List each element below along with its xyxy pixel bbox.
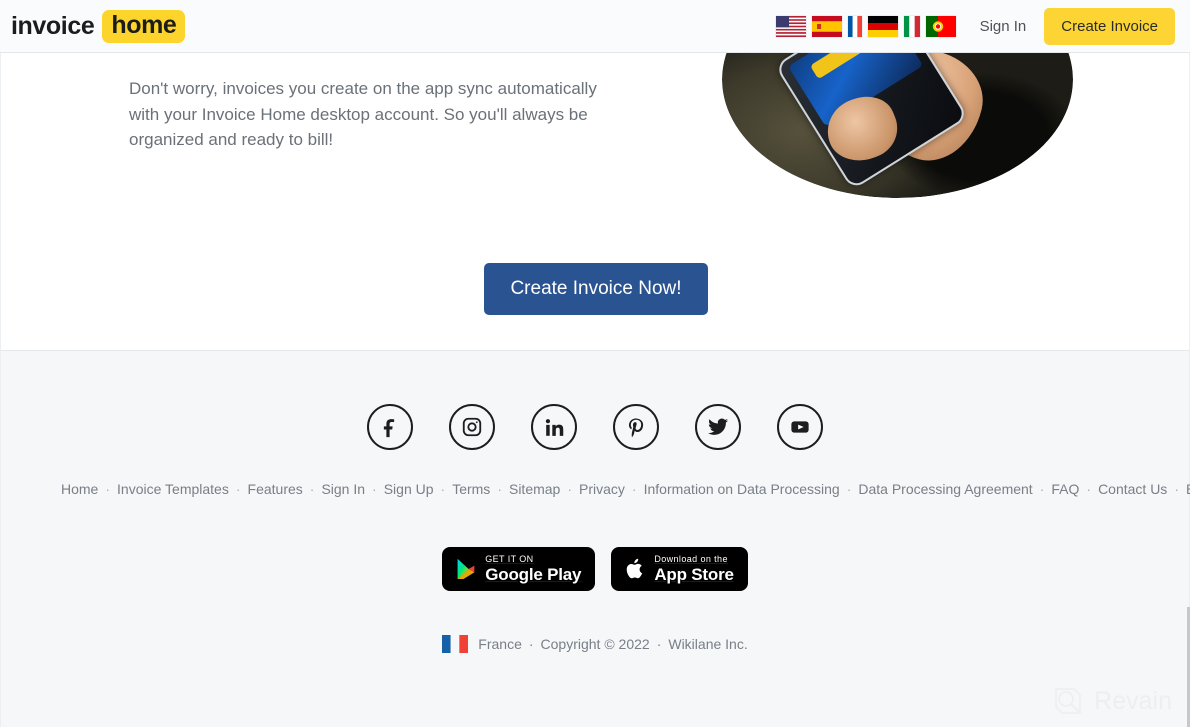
sign-in-link[interactable]: Sign In — [980, 18, 1027, 35]
footer-link-invoice-templates[interactable]: Invoice Templates — [117, 481, 229, 497]
footer-link-faq[interactable]: FAQ — [1051, 481, 1079, 497]
cta-container: Create Invoice Now! — [1, 263, 1189, 315]
flag-usa-icon[interactable] — [775, 15, 806, 37]
footer-separator: · — [1174, 481, 1179, 497]
footer-separator: · — [372, 481, 377, 497]
pinterest-icon[interactable] — [613, 404, 659, 450]
footer-link-privacy[interactable]: Privacy — [579, 481, 625, 497]
footer-separator: · — [105, 481, 111, 497]
footer-separator: · — [846, 481, 852, 497]
copyright-row: France · Copyright © 2022 · Wikilane Inc… — [1, 635, 1189, 653]
logo-text-invoice: invoice — [11, 11, 95, 40]
app-store-bottom-label: App Store — [654, 565, 734, 584]
youtube-icon[interactable] — [777, 404, 823, 450]
google-play-badge[interactable]: GET IT ON Google Play — [442, 547, 596, 591]
flag-germany-icon[interactable] — [867, 15, 898, 37]
hero-photo-phone-in-hand — [722, 53, 1073, 198]
google-play-bottom-label: Google Play — [485, 565, 582, 584]
logo-invoice-home[interactable]: invoice home — [11, 9, 186, 43]
instagram-icon[interactable] — [449, 404, 495, 450]
footer-separator: · — [309, 481, 315, 497]
main-content: Don't worry, invoices you create on the … — [0, 53, 1190, 350]
create-invoice-button[interactable]: Create Invoice — [1044, 7, 1175, 45]
app-store-badges: GET IT ON Google Play Download on the Ap… — [1, 547, 1189, 591]
footer-link-data-processing-agreement[interactable]: Data Processing Agreement — [858, 481, 1032, 497]
footer-separator: · — [567, 481, 573, 497]
copyright-separator: · — [528, 636, 534, 652]
social-links-row — [1, 404, 1189, 450]
facebook-icon[interactable] — [367, 404, 413, 450]
twitter-icon[interactable] — [695, 404, 741, 450]
google-play-icon — [457, 559, 475, 579]
app-store-top-label: Download on the — [654, 554, 728, 564]
copyright-label: Copyright © 2022 — [540, 636, 650, 652]
google-play-text: GET IT ON Google Play — [485, 554, 582, 584]
footer-link-information-on-data-processing[interactable]: Information on Data Processing — [644, 481, 840, 497]
create-invoice-now-button[interactable]: Create Invoice Now! — [484, 263, 708, 315]
app-store-badge[interactable]: Download on the App Store — [611, 547, 748, 591]
flag-italy-icon[interactable] — [903, 15, 920, 37]
footer-separator: · — [631, 481, 637, 497]
site-footer: Home · Invoice Templates · Features · Sign In ·… — [0, 350, 1190, 727]
copyright-separator: · — [656, 636, 662, 652]
footer-link-home[interactable]: Home — [61, 481, 98, 497]
site-header: invoice home Sign In Create Invoice — [0, 0, 1190, 53]
footer-link-sign-up[interactable]: Sign Up — [384, 481, 434, 497]
apple-icon — [627, 558, 643, 579]
hero-photo-background — [722, 53, 1073, 198]
linkedin-icon[interactable] — [531, 404, 577, 450]
footer-link-terms[interactable]: Terms — [452, 481, 490, 497]
footer-link-features[interactable]: Features — [248, 481, 303, 497]
flag-spain-icon[interactable] — [811, 15, 842, 37]
hero-photo-phone-badge — [809, 53, 874, 80]
header-actions: Sign In Create Invoice — [775, 7, 1175, 45]
flag-france-icon[interactable] — [847, 15, 862, 37]
footer-separator: · — [235, 481, 241, 497]
logo-text-home: home — [102, 9, 186, 43]
google-play-top-label: GET IT ON — [485, 554, 534, 564]
footer-separator: · — [440, 481, 446, 497]
flag-france-icon — [442, 635, 469, 653]
page-root: invoice home Sign In Create Invoice Don'… — [0, 0, 1190, 727]
hero-paragraph: Don't worry, invoices you create on the … — [129, 79, 597, 149]
footer-link-sign-in[interactable]: Sign In — [321, 481, 365, 497]
footer-link-contact-us[interactable]: Contact Us — [1098, 481, 1167, 497]
footer-link-sitemap[interactable]: Sitemap — [509, 481, 560, 497]
footer-separator: · — [1039, 481, 1045, 497]
country-label: France — [478, 636, 522, 652]
footer-separator: · — [497, 481, 502, 497]
footer-links: Home · Invoice Templates · Features · Sign In ·… — [1, 476, 1190, 503]
footer-separator: · — [1086, 481, 1092, 497]
flag-portugal-icon[interactable] — [925, 15, 956, 37]
language-flag-switcher — [775, 15, 956, 37]
company-label: Wikilane Inc. — [668, 636, 748, 652]
app-store-text: Download on the App Store — [654, 554, 734, 584]
